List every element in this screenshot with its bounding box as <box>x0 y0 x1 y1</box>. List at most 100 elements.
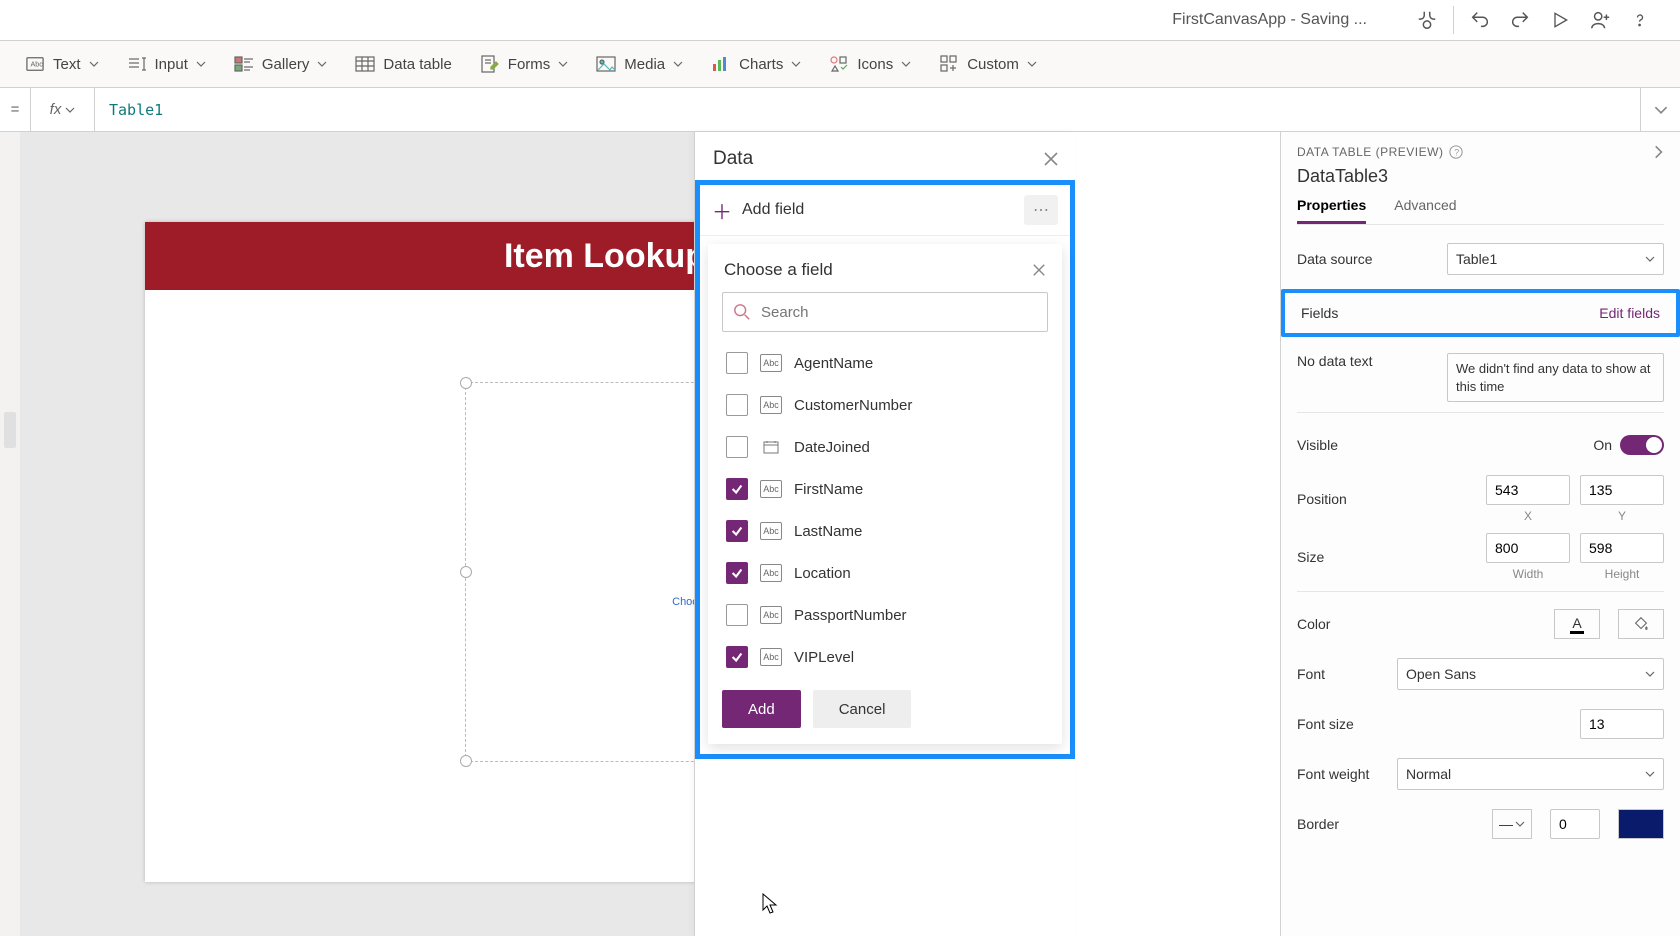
field-name: DateJoined <box>794 439 870 456</box>
field-name: VIPLevel <box>794 649 854 666</box>
field-name: AgentName <box>794 355 873 372</box>
ribbon-icons-label: Icons <box>857 56 893 73</box>
ribbon-forms-label: Forms <box>508 56 551 73</box>
data-source-label: Data source <box>1297 251 1437 267</box>
field-checkbox[interactable] <box>726 394 748 416</box>
position-y-input[interactable] <box>1580 475 1664 505</box>
title-bar: FirstCanvasApp - Saving ... <box>0 0 1680 40</box>
add-field-bar[interactable]: ＋ Add field ⋯ <box>700 185 1070 236</box>
info-icon[interactable]: ? <box>1449 145 1463 159</box>
tab-advanced[interactable]: Advanced <box>1394 197 1456 224</box>
left-edge-panel[interactable] <box>0 132 20 936</box>
font-color-button[interactable]: A <box>1554 609 1600 639</box>
chevron-down-icon <box>89 59 99 69</box>
tab-properties[interactable]: Properties <box>1297 197 1366 224</box>
ribbon-text-label: Text <box>53 56 81 73</box>
field-row[interactable]: AbcLastName <box>722 510 1048 552</box>
no-data-text-input[interactable]: We didn't find any data to show at this … <box>1447 353 1664 402</box>
ribbon-datatable[interactable]: Data table <box>355 54 451 74</box>
font-weight-select[interactable]: Normal <box>1397 758 1664 790</box>
gallery-icon <box>234 54 254 74</box>
edit-fields-link[interactable]: Edit fields <box>1599 305 1660 321</box>
text-type-icon: Abc <box>760 648 782 666</box>
position-x-input[interactable] <box>1486 475 1570 505</box>
expand-formula-button[interactable] <box>1640 88 1680 131</box>
add-button[interactable]: Add <box>722 690 801 728</box>
data-source-select[interactable]: Table1 <box>1447 243 1664 275</box>
ribbon-media[interactable]: Media <box>596 54 683 74</box>
equals-label: = <box>0 101 30 118</box>
media-icon <box>596 54 616 74</box>
property-tabs: Properties Advanced <box>1297 197 1664 225</box>
size-label: Size <box>1297 549 1387 565</box>
share-button[interactable] <box>1580 0 1620 40</box>
help-button[interactable] <box>1620 0 1660 40</box>
search-icon <box>733 303 751 321</box>
choose-field-title: Choose a field <box>724 260 833 280</box>
ribbon-custom-label: Custom <box>967 56 1019 73</box>
width-input[interactable] <box>1486 533 1570 563</box>
field-checkbox[interactable] <box>726 478 748 500</box>
health-icon[interactable] <box>1407 0 1447 40</box>
date-type-icon <box>760 438 782 456</box>
collapse-panel-button[interactable] <box>1652 144 1664 160</box>
more-options-button[interactable]: ⋯ <box>1024 195 1058 225</box>
close-choose-popup-button[interactable] <box>1032 263 1046 277</box>
visible-toggle[interactable] <box>1620 435 1664 455</box>
border-width-input[interactable] <box>1550 809 1600 839</box>
field-row[interactable]: Abc VIPLevel <box>722 636 1048 678</box>
object-name: DataTable3 <box>1297 166 1664 187</box>
properties-panel: DATA TABLE (PREVIEW) ? DataTable3 Proper… <box>1280 132 1680 936</box>
ribbon-forms[interactable]: Forms <box>480 54 569 74</box>
formula-input[interactable]: Table1 <box>95 88 1640 131</box>
cancel-button[interactable]: Cancel <box>813 690 912 728</box>
chevron-down-icon <box>1645 254 1655 264</box>
fill-color-button[interactable] <box>1618 609 1664 639</box>
field-checkbox[interactable] <box>726 352 748 374</box>
ribbon-text[interactable]: Abc Text <box>25 54 99 74</box>
field-checkbox[interactable] <box>726 520 748 542</box>
field-row[interactable]: AbcCustomerNumber <box>722 384 1048 426</box>
ribbon-custom[interactable]: Custom <box>939 54 1037 74</box>
field-search[interactable] <box>722 292 1048 332</box>
field-row[interactable]: DateJoined <box>722 426 1048 468</box>
font-weight-label: Font weight <box>1297 766 1387 782</box>
field-checkbox[interactable] <box>726 562 748 584</box>
ribbon-charts[interactable]: Charts <box>711 54 801 74</box>
ribbon-input[interactable]: Input <box>127 54 206 74</box>
ribbon-gallery[interactable]: Gallery <box>234 54 328 74</box>
color-label: Color <box>1297 616 1387 632</box>
ribbon-charts-label: Charts <box>739 56 783 73</box>
play-button[interactable] <box>1540 0 1580 40</box>
field-checkbox[interactable] <box>726 646 748 668</box>
field-row[interactable]: AbcPassportNumber <box>722 594 1048 636</box>
font-size-input[interactable] <box>1580 709 1664 739</box>
field-checkbox[interactable] <box>726 604 748 626</box>
chevron-down-icon <box>1027 59 1037 69</box>
border-style-select[interactable]: — <box>1492 809 1532 839</box>
text-type-icon: Abc <box>760 522 782 540</box>
field-row[interactable]: AbcAgentName <box>722 342 1048 384</box>
field-row[interactable]: AbcLocation <box>722 552 1048 594</box>
chevron-down-icon <box>673 59 683 69</box>
ribbon-icons[interactable]: Icons <box>829 54 911 74</box>
chevron-down-icon <box>791 59 801 69</box>
font-select[interactable]: Open Sans <box>1397 658 1664 690</box>
fields-row-highlight: Fields Edit fields <box>1281 289 1680 337</box>
field-checkbox[interactable] <box>726 436 748 458</box>
close-data-panel-button[interactable] <box>1043 151 1059 167</box>
undo-button[interactable] <box>1460 0 1500 40</box>
height-input[interactable] <box>1580 533 1664 563</box>
workspace: Item Lookup <box>0 132 1680 936</box>
border-color-button[interactable] <box>1618 809 1664 839</box>
fx-dropdown[interactable]: fx <box>30 88 95 131</box>
field-row[interactable]: AbcFirstName <box>722 468 1048 510</box>
choose-field-popup: Choose a field AbcAgentNameAbcCustomerNu… <box>708 244 1062 744</box>
field-name: FirstName <box>794 481 863 498</box>
font-label: Font <box>1297 666 1387 682</box>
redo-button[interactable] <box>1500 0 1540 40</box>
chevron-down-icon <box>901 59 911 69</box>
ribbon-media-label: Media <box>624 56 665 73</box>
chevron-down-icon <box>1645 669 1655 679</box>
field-search-input[interactable] <box>759 303 1037 322</box>
